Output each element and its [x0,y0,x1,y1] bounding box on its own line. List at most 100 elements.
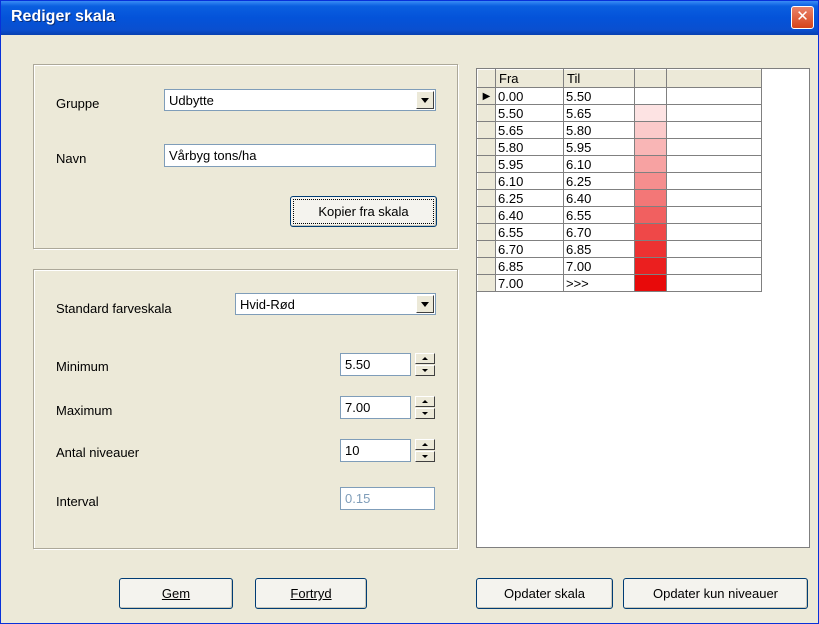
levels-stepper[interactable] [415,439,435,462]
cell-color[interactable] [634,223,667,241]
row-indicator[interactable] [477,138,496,156]
chevron-down-icon[interactable] [416,295,434,313]
cell-extra[interactable] [666,87,762,105]
cell-extra[interactable] [666,189,762,207]
cell-extra[interactable] [666,223,762,241]
cell-color[interactable] [634,155,667,173]
table-row[interactable]: 5.80 5.95 [477,138,762,156]
row-indicator[interactable] [477,172,496,190]
cell-til[interactable]: 5.80 [563,121,635,139]
table-row[interactable]: 6.25 6.40 [477,189,762,207]
table-row[interactable]: 6.85 7.00 [477,257,762,275]
cell-til[interactable]: >>> [563,274,635,292]
row-indicator[interactable] [477,104,496,122]
cell-fra[interactable]: 6.55 [495,223,564,241]
cell-extra[interactable] [666,257,762,275]
cell-til[interactable]: 6.10 [563,155,635,173]
close-button[interactable]: ✕ [791,6,814,29]
chevron-down-icon[interactable] [416,91,434,109]
cell-extra[interactable] [666,240,762,258]
minimum-input[interactable]: 5.50 [340,353,411,376]
cell-fra[interactable]: 6.25 [495,189,564,207]
cell-fra[interactable]: 5.65 [495,121,564,139]
table-row[interactable]: 6.40 6.55 [477,206,762,224]
cell-color[interactable] [634,240,667,258]
cell-til[interactable]: 6.25 [563,172,635,190]
table-row[interactable]: 5.95 6.10 [477,155,762,173]
column-header-extra[interactable] [666,69,762,88]
spin-up-icon[interactable] [415,353,435,364]
cell-fra[interactable]: 6.85 [495,257,564,275]
update-scale-button[interactable]: Opdater skala [476,578,613,609]
spin-up-icon[interactable] [415,396,435,407]
cell-til[interactable]: 5.50 [563,87,635,105]
cell-extra[interactable] [666,172,762,190]
column-header-color[interactable] [634,69,667,88]
table-row[interactable]: 6.55 6.70 [477,223,762,241]
cell-extra[interactable] [666,104,762,122]
table-row[interactable]: ▶ 0.00 5.50 [477,87,762,105]
cell-til[interactable]: 6.70 [563,223,635,241]
title-bar[interactable]: Rediger skala ✕ [1,1,818,35]
cell-fra[interactable]: 5.95 [495,155,564,173]
spin-down-icon[interactable] [415,365,435,376]
current-row-indicator-icon[interactable]: ▶ [477,87,496,105]
table-row[interactable]: 6.10 6.25 [477,172,762,190]
cell-fra[interactable]: 5.50 [495,104,564,122]
cell-color[interactable] [634,104,667,122]
cell-fra[interactable]: 5.80 [495,138,564,156]
spin-down-icon[interactable] [415,408,435,419]
update-levels-button[interactable]: Opdater kun niveauer [623,578,808,609]
column-header-til[interactable]: Til [563,69,635,88]
cell-extra[interactable] [666,274,762,292]
cell-fra[interactable]: 6.10 [495,172,564,190]
name-input[interactable]: Vårbyg tons/ha [164,144,436,167]
row-indicator[interactable] [477,206,496,224]
maximum-stepper[interactable] [415,396,435,419]
save-button[interactable]: Gem [119,578,233,609]
table-row[interactable]: 5.65 5.80 [477,121,762,139]
table-row[interactable]: 5.50 5.65 [477,104,762,122]
spin-up-icon[interactable] [415,439,435,450]
row-indicator[interactable] [477,155,496,173]
row-indicator[interactable] [477,223,496,241]
cell-til[interactable]: 5.65 [563,104,635,122]
spin-down-icon[interactable] [415,451,435,462]
table-row[interactable]: 6.70 6.85 [477,240,762,258]
cell-color[interactable] [634,274,667,292]
cell-til[interactable]: 5.95 [563,138,635,156]
cell-color[interactable] [634,257,667,275]
column-header-fra[interactable]: Fra [495,69,564,88]
cell-fra[interactable]: 6.40 [495,206,564,224]
cell-til[interactable]: 6.85 [563,240,635,258]
levels-input[interactable]: 10 [340,439,411,462]
table-row[interactable]: 7.00 >>> [477,274,762,292]
cell-fra[interactable]: 7.00 [495,274,564,292]
copy-from-scale-button[interactable]: Kopier fra skala [290,196,437,227]
cell-color[interactable] [634,189,667,207]
minimum-stepper[interactable] [415,353,435,376]
cell-fra[interactable]: 0.00 [495,87,564,105]
row-indicator[interactable] [477,257,496,275]
cell-extra[interactable] [666,121,762,139]
cell-color[interactable] [634,172,667,190]
row-indicator[interactable] [477,240,496,258]
row-indicator[interactable] [477,121,496,139]
maximum-input[interactable]: 7.00 [340,396,411,419]
cell-color[interactable] [634,87,667,105]
group-select[interactable]: Udbytte [164,89,436,111]
cell-color[interactable] [634,121,667,139]
cell-extra[interactable] [666,206,762,224]
standard-scale-select[interactable]: Hvid-Rød [235,293,436,315]
scale-grid[interactable]: Fra Til ▶ 0.00 5.50 5.50 5.65 5.65 5.80 5.80 5.9… [476,68,810,548]
cell-til[interactable]: 6.55 [563,206,635,224]
cell-color[interactable] [634,138,667,156]
cell-color[interactable] [634,206,667,224]
cell-extra[interactable] [666,155,762,173]
row-indicator[interactable] [477,274,496,292]
cell-til[interactable]: 6.40 [563,189,635,207]
cell-til[interactable]: 7.00 [563,257,635,275]
cell-fra[interactable]: 6.70 [495,240,564,258]
row-indicator[interactable] [477,189,496,207]
undo-button[interactable]: Fortryd [255,578,367,609]
